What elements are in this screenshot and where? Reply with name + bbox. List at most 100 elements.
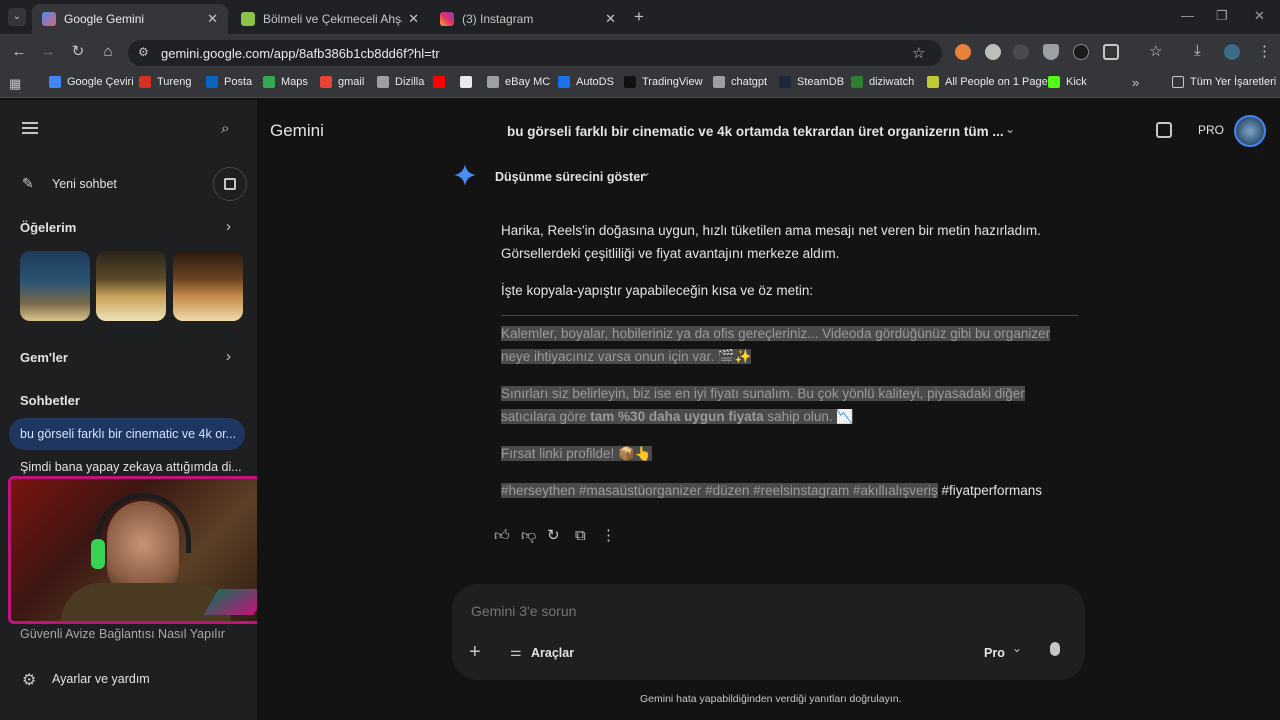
close-tab-icon[interactable]: ✕: [207, 11, 218, 27]
chevron-right-icon[interactable]: ›: [226, 348, 231, 365]
bookmark-item[interactable]: [460, 76, 478, 88]
bookmark-label: eBay MC: [505, 76, 551, 88]
extension-icon[interactable]: [1013, 44, 1029, 60]
item-thumbnail-night-city[interactable]: [20, 251, 90, 321]
bookmark-item[interactable]: SteamDB: [779, 76, 844, 88]
tab-search-button[interactable]: ⌄: [8, 8, 26, 26]
more-options-icon[interactable]: ⋮: [601, 526, 616, 546]
bookmark-label: gmail: [338, 76, 365, 88]
settings-button[interactable]: ⚙ Ayarlar ve yardım: [20, 670, 220, 690]
chat-item-active[interactable]: bu görseli farklı bir cinematic ve 4k or…: [9, 418, 245, 450]
bookmark-item[interactable]: Maps: [263, 76, 308, 88]
chat-item-label: bu görseli farklı bir cinematic ve 4k or…: [20, 427, 237, 441]
share-icon[interactable]: [1156, 122, 1172, 138]
close-tab-icon[interactable]: ✕: [408, 11, 419, 27]
new-tab-button[interactable]: +: [634, 7, 644, 27]
instagram-favicon-icon: [440, 12, 454, 26]
bookmark-item[interactable]: TradingView: [624, 76, 703, 88]
extension-icon[interactable]: [1073, 44, 1089, 60]
quote-p2-line-1: Sınırları siz belirleyin, biz ise en iyi…: [501, 382, 1025, 405]
quote-p3: Fırsat linki profilde! 📦👆: [501, 442, 652, 465]
bookmark-item[interactable]: diziwatch: [851, 76, 914, 88]
close-window-icon[interactable]: ✕: [1254, 8, 1265, 24]
bookmark-item[interactable]: Tureng: [139, 76, 191, 88]
new-chat-button[interactable]: ✎ Yeni sohbet: [20, 174, 200, 196]
bookmark-item[interactable]: [433, 76, 451, 88]
reload-icon[interactable]: ↻: [68, 42, 88, 62]
item-thumbnail-lamp-plants[interactable]: [96, 251, 166, 321]
minimize-icon[interactable]: —: [1181, 8, 1194, 23]
download-icon[interactable]: ⤓: [1194, 42, 1201, 59]
bookmark-item[interactable]: Kick: [1048, 76, 1087, 88]
quote-p1-line-1: Kalemler, boyalar, hobileriniz ya da ofi…: [501, 322, 1051, 345]
bookmark-star-icon[interactable]: ☆: [912, 44, 925, 62]
bookmark-favicon-icon: [206, 76, 218, 88]
all-bookmarks-folder[interactable]: Tüm Yer İşaretleri: [1172, 76, 1276, 88]
microphone-icon[interactable]: [1050, 642, 1060, 656]
item-thumbnail-desk-organizer[interactable]: [173, 251, 243, 321]
forward-icon[interactable]: →: [38, 42, 58, 62]
tab-title: (3) Instagram: [462, 12, 534, 26]
shield-icon[interactable]: [1043, 44, 1059, 60]
bookmark-item[interactable]: chatgpt: [713, 76, 767, 88]
bookmarks-bar: ▦ Google Çeviri Tureng Posta Maps gmail Dizil…: [0, 70, 1280, 98]
extension-icon[interactable]: [955, 44, 971, 60]
bookmark-label: AutoDS: [576, 76, 614, 88]
model-selector[interactable]: Pro ⌄: [984, 641, 1030, 664]
bookmark-item[interactable]: gmail: [320, 76, 364, 88]
reading-list-icon[interactable]: ☆: [1149, 42, 1162, 60]
account-avatar[interactable]: [1234, 115, 1266, 147]
profile-avatar[interactable]: [1224, 44, 1240, 60]
address-bar[interactable]: ⚙ gemini.google.com/app/8afb386b1cb8dd6f…: [128, 40, 942, 66]
chat-item[interactable]: Güvenli Avize Bağlantısı Nasıl Yapılır: [20, 627, 225, 641]
puzzle-icon[interactable]: [1103, 44, 1119, 60]
bookmark-favicon-icon: [49, 76, 61, 88]
add-attachment-icon[interactable]: +: [469, 641, 481, 664]
headset-icon: [95, 493, 191, 553]
divider: [501, 315, 1078, 316]
bookmark-item[interactable]: All People on 1 Page: [927, 76, 1048, 88]
tab-wooden-organizer[interactable]: Bölmeli ve Çekmeceli Ahşap Or ✕: [231, 4, 429, 34]
bookmark-favicon-icon: [713, 76, 725, 88]
tab-google-gemini[interactable]: Google Gemini ✕: [32, 4, 228, 34]
all-bookmarks-label: Tüm Yer İşaretleri: [1190, 76, 1277, 88]
chat-item[interactable]: Şimdi bana yapay zekaya attığımda di...: [20, 460, 242, 474]
conversation-title[interactable]: bu görseli farklı bir cinematic ve 4k or…: [507, 122, 1027, 143]
bookmark-favicon-icon: [851, 76, 863, 88]
bookmark-item[interactable]: Posta: [206, 76, 252, 88]
site-info-icon[interactable]: ⚙: [138, 45, 149, 59]
apps-grid-icon[interactable]: ▦: [9, 76, 21, 92]
thumbs-up-icon[interactable]: 👍︎: [494, 526, 510, 546]
close-tab-icon[interactable]: ✕: [605, 11, 616, 27]
more-bookmarks-icon[interactable]: »: [1132, 75, 1139, 90]
gemini-favicon-icon: [42, 12, 56, 26]
bookmark-item[interactable]: eBay MC: [487, 76, 550, 88]
chevron-down-icon: ⌄: [1005, 122, 1016, 136]
search-icon[interactable]: ⌕: [221, 120, 229, 137]
tools-button[interactable]: ⚌ Araçlar: [510, 644, 590, 664]
edit-icon: ✎: [22, 175, 34, 191]
back-icon[interactable]: ←: [9, 42, 29, 62]
extension-icon[interactable]: [985, 44, 1001, 60]
restore-icon[interactable]: ❐: [1216, 8, 1228, 24]
temporary-chat-button[interactable]: [213, 167, 247, 201]
prompt-input[interactable]: [471, 600, 1031, 622]
browser-menu-icon[interactable]: ⋮: [1257, 42, 1272, 60]
my-items-heading[interactable]: Öğelerim: [20, 220, 76, 235]
bookmark-item[interactable]: Dizilla: [377, 76, 424, 88]
bookmark-item[interactable]: AutoDS: [558, 76, 614, 88]
tab-instagram[interactable]: (3) Instagram ✕: [430, 4, 626, 34]
model-label: Pro: [984, 646, 1005, 660]
bookmark-favicon-icon: [433, 76, 445, 88]
gems-heading[interactable]: Gem'ler: [20, 350, 68, 365]
thinking-toggle[interactable]: Düşünme sürecini göster ⌄: [495, 165, 665, 188]
thumbs-down-icon[interactable]: 👎︎: [521, 526, 536, 546]
bookmark-favicon-icon: [1048, 76, 1060, 88]
copy-icon[interactable]: ⧉: [575, 526, 586, 546]
bookmark-item[interactable]: Google Çeviri: [49, 76, 134, 88]
chevron-right-icon[interactable]: ›: [226, 218, 231, 235]
home-icon[interactable]: ⌂: [98, 42, 118, 62]
regenerate-icon[interactable]: ↻: [547, 526, 560, 546]
hamburger-menu-icon[interactable]: [22, 122, 38, 134]
bookmark-label: TradingView: [642, 76, 703, 88]
